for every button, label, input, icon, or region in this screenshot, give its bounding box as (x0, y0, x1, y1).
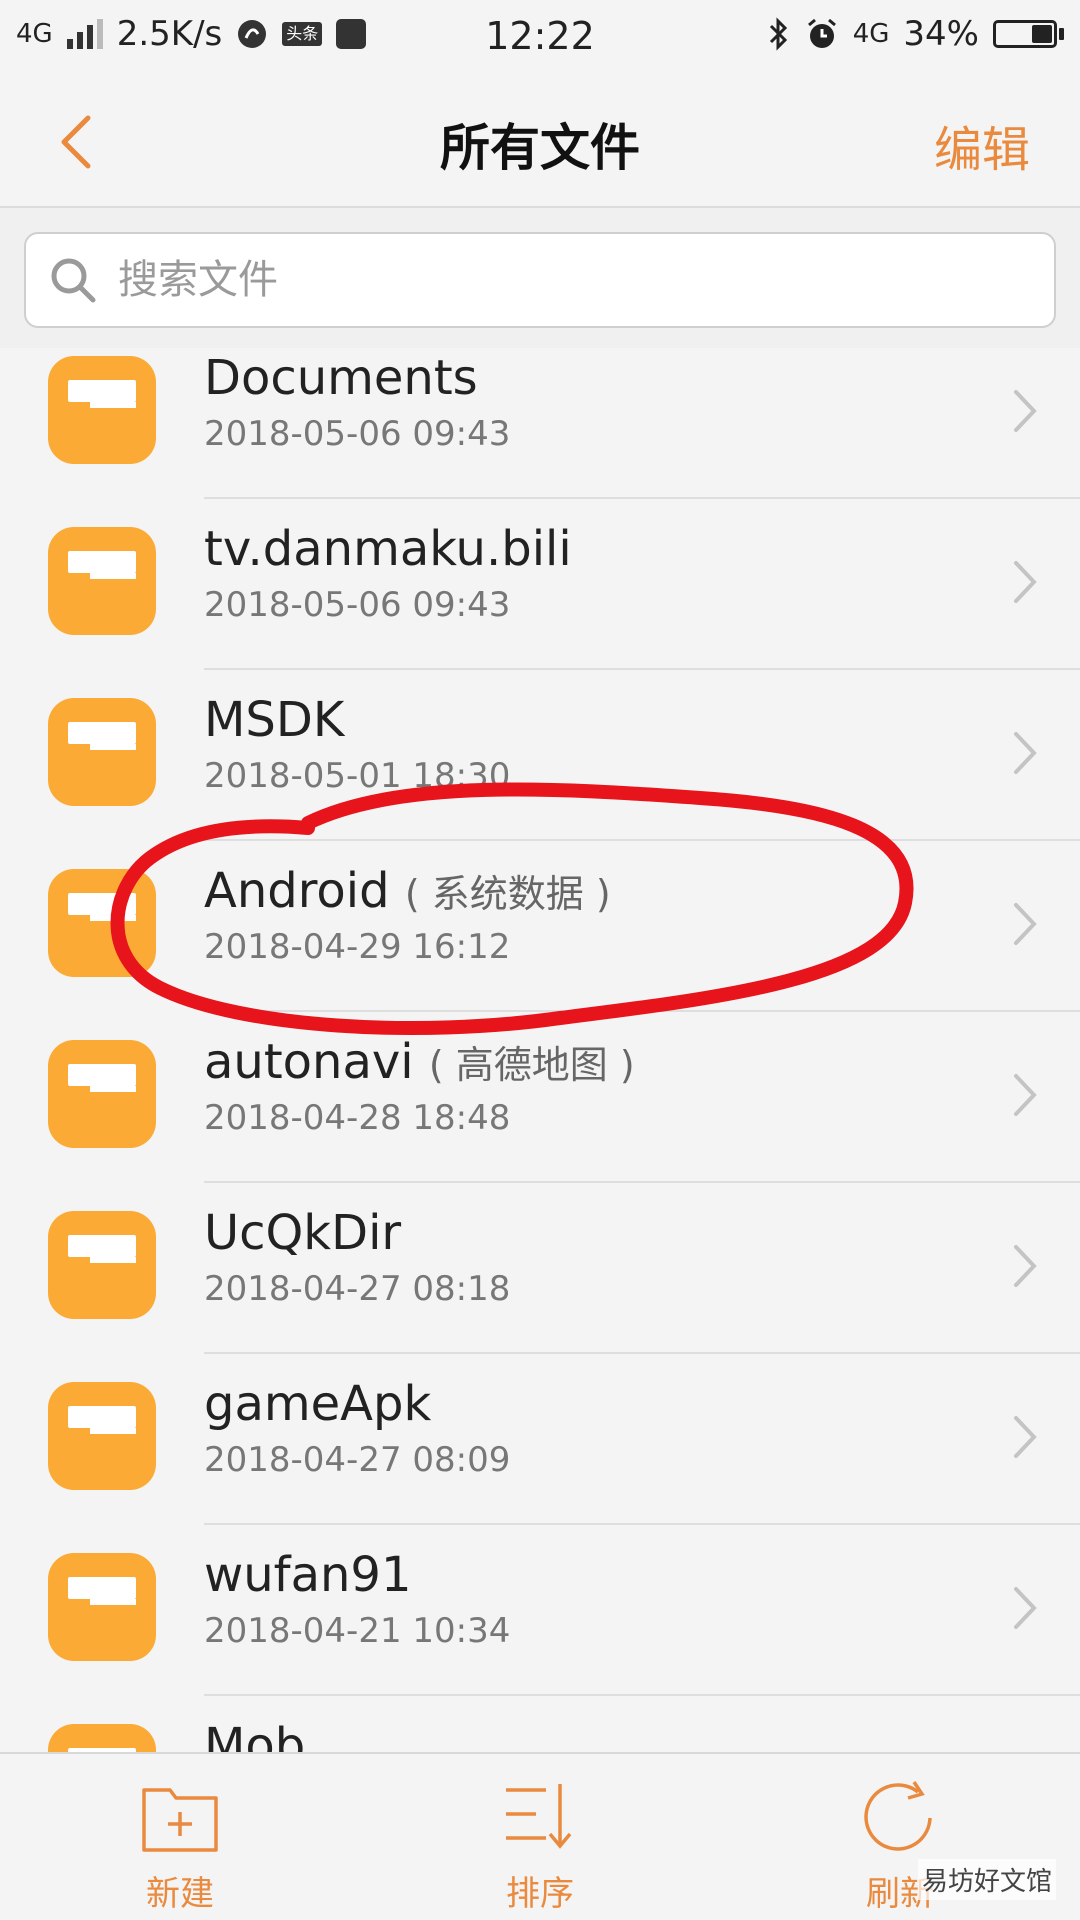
file-name: MSDK (204, 692, 345, 748)
file-name: wufan91 (204, 1547, 412, 1603)
refresh-icon (864, 1781, 932, 1851)
sort-icon (506, 1784, 572, 1849)
file-list[interactable]: Documents 2018-05-06 09:43 tv.danmaku.bil… (0, 348, 1080, 1752)
file-date: 2018-04-29 16:12 (204, 927, 511, 967)
folder-icon (48, 1211, 156, 1319)
file-row[interactable]: MSDK 2018-05-01 18:30 (0, 670, 1080, 841)
folder-icon (48, 1553, 156, 1661)
file-name-line: autonavi ( 高德地图 ) (204, 1034, 635, 1090)
page-title: 所有文件 (440, 119, 640, 177)
status-right: 4G 34% (767, 14, 1064, 54)
chevron-right-icon (1014, 1416, 1037, 1458)
network-type-right: 4G (852, 19, 890, 49)
bluetooth-icon (769, 17, 787, 51)
folder-icon (48, 356, 156, 464)
file-manager-screen: 4G 2.5K/s 头条 12:22 4G 34% 所有文件 编辑 Docume… (0, 0, 1080, 1920)
bottom-toolbar: 新建 排序 刷新 易坊好文馆 (0, 1752, 1080, 1920)
status-bar: 4G 2.5K/s 头条 12:22 4G 34% (0, 0, 1080, 74)
new-folder-icon (142, 1788, 218, 1852)
file-date: 2018-04-27 08:18 (204, 1269, 511, 1309)
file-row[interactable]: gameApk 2018-04-27 08:09 (0, 1354, 1080, 1525)
new-label: 新建 (146, 1874, 214, 1914)
folder-icon (48, 1040, 156, 1148)
file-row[interactable]: UcQkDir 2018-04-27 08:18 (0, 1183, 1080, 1354)
file-subtitle: ( 系统数据 ) (404, 872, 611, 916)
file-row[interactable]: Documents 2018-05-06 09:43 (0, 348, 1080, 499)
folder-icon (48, 1724, 156, 1752)
file-name-line: gameApk (204, 1376, 431, 1432)
file-name: autonavi (204, 1034, 414, 1090)
file-name-line: wufan91 (204, 1547, 412, 1603)
file-name-line: tv.danmaku.bili (204, 521, 572, 577)
file-name-line: Documents (204, 350, 478, 406)
file-name: Android (204, 863, 390, 919)
top-nav-bar: 所有文件 编辑 (0, 74, 1080, 208)
chevron-right-icon (1014, 732, 1037, 774)
file-row[interactable]: tv.danmaku.bili 2018-05-06 09:43 (0, 499, 1080, 670)
search-area (0, 208, 1080, 348)
sort-button[interactable]: 排序 (440, 1778, 640, 1915)
file-date: 2018-04-21 10:34 (204, 1611, 511, 1651)
search-box[interactable] (24, 232, 1056, 328)
file-row[interactable]: wufan91 2018-04-21 10:34 (0, 1525, 1080, 1696)
file-name: Documents (204, 350, 478, 406)
chevron-right-icon (1014, 561, 1037, 603)
file-date: 2018-05-01 18:30 (204, 756, 511, 796)
file-name-line: UcQkDir (204, 1205, 401, 1261)
file-name-line: Mob (204, 1718, 305, 1752)
folder-icon (48, 869, 156, 977)
file-date: 2018-05-06 09:43 (204, 585, 511, 625)
file-row[interactable]: Android ( 系统数据 ) 2018-04-29 16:12 (0, 841, 1080, 1012)
file-date: 2018-05-06 09:43 (204, 414, 511, 454)
watermark: 易坊好文馆 (917, 1859, 1056, 1900)
chevron-right-icon (1014, 1245, 1037, 1287)
new-button[interactable]: 新建 (80, 1778, 280, 1915)
file-name: UcQkDir (204, 1205, 402, 1261)
search-input[interactable] (118, 257, 998, 303)
alarm-icon (807, 18, 836, 48)
chevron-right-icon (1014, 1587, 1037, 1629)
file-row[interactable]: autonavi ( 高德地图 ) 2018-04-28 18:48 (0, 1012, 1080, 1183)
sort-label: 排序 (506, 1874, 574, 1914)
file-date: 2018-04-27 08:09 (204, 1440, 511, 1480)
file-name: gameApk (204, 1376, 432, 1432)
chevron-right-icon (1014, 903, 1037, 945)
search-icon (51, 258, 96, 303)
file-date: 2018-04-28 18:48 (204, 1098, 511, 1138)
chevron-right-icon (1014, 390, 1037, 432)
file-list-content: Documents 2018-05-06 09:43 tv.danmaku.bil… (0, 348, 1080, 1752)
file-subtitle: ( 高德地图 ) (428, 1043, 635, 1087)
chevron-right-icon (1014, 1074, 1037, 1116)
battery-icon (993, 20, 1064, 48)
file-name: Mob (204, 1718, 306, 1752)
file-row[interactable]: Mob (0, 1696, 1080, 1752)
battery-percent: 34% (903, 14, 979, 54)
folder-icon (48, 527, 156, 635)
file-name: tv.danmaku.bili (204, 521, 572, 577)
file-name-line: MSDK (204, 692, 344, 748)
file-name-line: Android ( 系统数据 ) (204, 863, 611, 919)
folder-icon (48, 698, 156, 806)
edit-button[interactable]: 编辑 (934, 110, 1030, 180)
folder-icon (48, 1382, 156, 1490)
